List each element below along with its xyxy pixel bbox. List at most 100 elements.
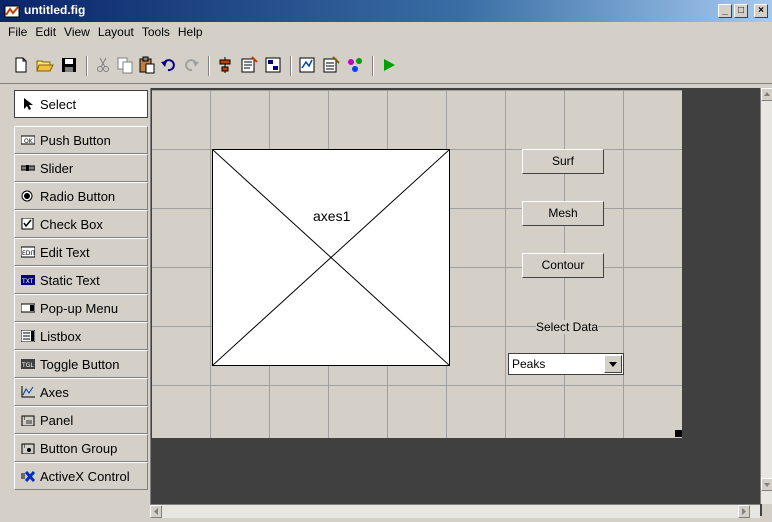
object-browser-icon[interactable] bbox=[346, 56, 364, 74]
new-icon[interactable] bbox=[12, 56, 30, 74]
palette-check-box[interactable]: Check Box bbox=[14, 210, 148, 238]
property-inspector-icon[interactable] bbox=[322, 56, 340, 74]
palette-edit-text[interactable]: EDIT Edit Text bbox=[14, 238, 148, 266]
menu-help[interactable]: Help bbox=[174, 25, 207, 39]
popup-arrow-button[interactable] bbox=[604, 355, 622, 373]
toolbar-separator bbox=[290, 56, 292, 76]
palette-label: Toggle Button bbox=[40, 356, 120, 372]
palette-label: Select bbox=[40, 96, 77, 112]
palette-label: Radio Button bbox=[40, 188, 116, 204]
palette-select[interactable]: Select bbox=[14, 90, 148, 118]
palette-popup-menu[interactable]: Pop-up Menu bbox=[14, 294, 148, 322]
palette-label: Check Box bbox=[40, 216, 103, 232]
palette-label: Pop-up Menu bbox=[40, 300, 119, 316]
save-icon[interactable] bbox=[60, 56, 78, 74]
palette-activex-control[interactable]: ActiveX Control bbox=[14, 462, 148, 490]
scroll-up-icon bbox=[764, 92, 770, 96]
menu-file[interactable]: File bbox=[4, 25, 31, 39]
check-box-icon bbox=[21, 218, 34, 230]
scroll-right-icon bbox=[742, 508, 746, 515]
copy-icon[interactable] bbox=[116, 56, 134, 74]
scroll-left-button[interactable] bbox=[150, 505, 162, 518]
panel-icon: T bbox=[21, 415, 35, 426]
scroll-left-icon bbox=[154, 508, 158, 515]
cut-icon[interactable] bbox=[94, 56, 112, 74]
toolbar-separator bbox=[208, 56, 210, 76]
toggle-button-icon: TGL bbox=[21, 359, 35, 369]
push-button-icon: OK bbox=[21, 135, 35, 145]
undo-icon[interactable] bbox=[160, 56, 178, 74]
palette-label: Button Group bbox=[40, 440, 118, 456]
palette-listbox[interactable]: Listbox bbox=[14, 322, 148, 350]
run-icon[interactable] bbox=[380, 56, 398, 74]
contour-button[interactable]: Contour bbox=[522, 253, 604, 278]
popup-menu-icon bbox=[21, 303, 35, 313]
redo-icon[interactable] bbox=[182, 56, 200, 74]
minimize-button[interactable]: _ bbox=[718, 4, 732, 18]
component-palette: Select OK Push Button Slider Radio Butto… bbox=[14, 90, 148, 504]
toolbar bbox=[0, 42, 772, 84]
palette-label: Edit Text bbox=[40, 244, 90, 260]
window-title: untitled.fig bbox=[24, 3, 86, 17]
palette-slider[interactable]: Slider bbox=[14, 154, 148, 182]
maximize-button[interactable]: □ bbox=[734, 4, 748, 18]
scroll-down-button[interactable] bbox=[761, 478, 772, 491]
close-button[interactable]: × bbox=[754, 4, 768, 18]
activex-icon bbox=[21, 471, 35, 482]
palette-button-group[interactable]: T Button Group bbox=[14, 434, 148, 462]
arrow-icon bbox=[24, 98, 33, 110]
listbox-icon bbox=[21, 330, 35, 342]
palette-push-button[interactable]: OK Push Button bbox=[14, 126, 148, 154]
svg-text:OK: OK bbox=[24, 138, 34, 145]
palette-label: Static Text bbox=[40, 272, 100, 288]
scroll-right-button[interactable] bbox=[738, 505, 750, 518]
palette-static-text[interactable]: TXT Static Text bbox=[14, 266, 148, 294]
palette-panel[interactable]: T Panel bbox=[14, 406, 148, 434]
palette-label: Slider bbox=[40, 160, 74, 176]
palette-label: Listbox bbox=[40, 328, 82, 344]
button-group-icon: T bbox=[21, 443, 35, 454]
slider-icon bbox=[21, 165, 35, 171]
axes-placeholder-cross bbox=[213, 150, 449, 365]
palette-label: Push Button bbox=[40, 132, 111, 148]
radio-button-icon bbox=[21, 190, 33, 202]
menu-edit[interactable]: Edit bbox=[31, 25, 60, 39]
toolbar-separator bbox=[86, 56, 88, 76]
palette-radio-button[interactable]: Radio Button bbox=[14, 182, 148, 210]
svg-text:TGL: TGL bbox=[21, 362, 34, 369]
paste-icon[interactable] bbox=[138, 56, 156, 74]
axes-icon bbox=[21, 386, 35, 398]
chevron-down-icon bbox=[609, 362, 617, 367]
palette-axes[interactable]: Axes bbox=[14, 378, 148, 406]
select-data-label: Select Data bbox=[536, 320, 599, 334]
menu-editor-icon[interactable] bbox=[240, 56, 258, 74]
tab-order-icon[interactable] bbox=[264, 56, 282, 74]
palette-label: ActiveX Control bbox=[40, 468, 130, 484]
figure-resize-handle[interactable] bbox=[675, 430, 682, 437]
mesh-button[interactable]: Mesh bbox=[522, 201, 604, 226]
palette-toggle-button[interactable]: TGL Toggle Button bbox=[14, 350, 148, 378]
menu-tools[interactable]: Tools bbox=[138, 25, 174, 39]
data-popup-menu[interactable]: Peaks bbox=[508, 353, 624, 375]
menu-layout[interactable]: Layout bbox=[94, 25, 138, 39]
edit-text-icon: EDIT bbox=[21, 246, 35, 258]
scroll-up-button[interactable] bbox=[761, 88, 772, 101]
static-text-icon: TXT bbox=[21, 275, 35, 285]
horizontal-scrollbar[interactable] bbox=[150, 504, 760, 518]
mfile-editor-icon[interactable] bbox=[298, 56, 316, 74]
title-bar: untitled.fig _ □ × bbox=[0, 0, 772, 22]
menu-view[interactable]: View bbox=[60, 25, 94, 39]
axes-component[interactable]: axes1 bbox=[212, 149, 450, 366]
palette-label: Panel bbox=[40, 412, 74, 428]
align-icon[interactable] bbox=[216, 56, 234, 74]
vertical-scrollbar[interactable] bbox=[760, 88, 772, 504]
scroll-down-icon bbox=[764, 483, 770, 487]
menu-bar: File Edit View Layout Tools Help bbox=[0, 22, 772, 42]
matlab-figure-icon bbox=[4, 5, 20, 18]
popup-selected-value: Peaks bbox=[512, 357, 546, 371]
surf-button[interactable]: Surf bbox=[522, 149, 604, 174]
open-icon[interactable] bbox=[36, 56, 54, 74]
svg-text:EDIT: EDIT bbox=[22, 250, 35, 257]
toolbar-separator bbox=[372, 56, 374, 76]
svg-text:T: T bbox=[22, 444, 27, 450]
